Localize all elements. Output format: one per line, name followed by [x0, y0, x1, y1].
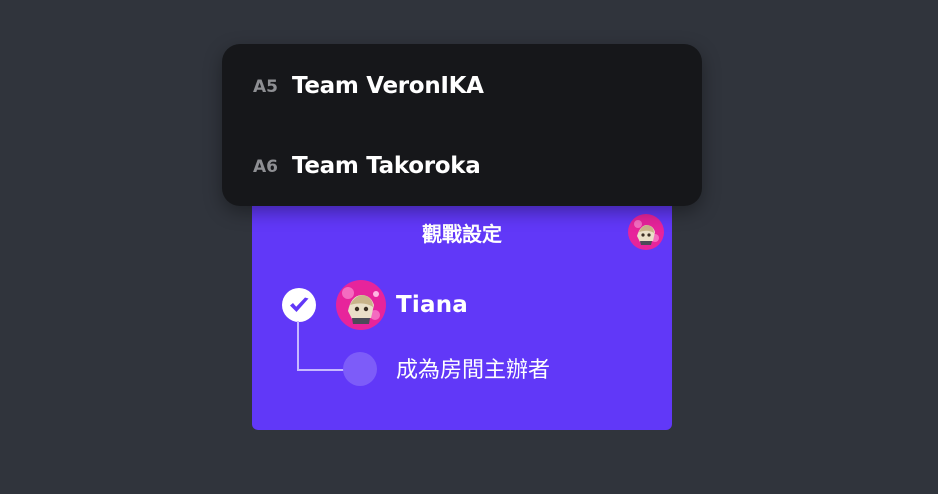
player-name: Tiana	[396, 292, 468, 318]
team-code: A6	[253, 157, 278, 177]
team-code: A5	[253, 77, 278, 97]
team-dropdown-menu: A5 Team VeronIKA A6 Team Takoroka	[222, 44, 702, 206]
team-option-a5[interactable]: A5 Team VeronIKA	[222, 57, 702, 117]
team-option-a6[interactable]: A6 Team Takoroka	[222, 137, 702, 197]
player-avatar-icon[interactable]	[628, 214, 664, 250]
spectate-settings-panel: 觀戰設定 Tiana 成為房間主辦者	[252, 196, 672, 430]
become-host-label: 成為房間主辦者	[396, 358, 551, 383]
become-host-toggle[interactable]	[343, 352, 377, 386]
team-name: Team Takoroka	[292, 153, 481, 179]
panel-title: 觀戰設定	[422, 222, 502, 246]
check-circle-icon[interactable]	[281, 287, 317, 323]
team-name: Team VeronIKA	[292, 73, 484, 99]
